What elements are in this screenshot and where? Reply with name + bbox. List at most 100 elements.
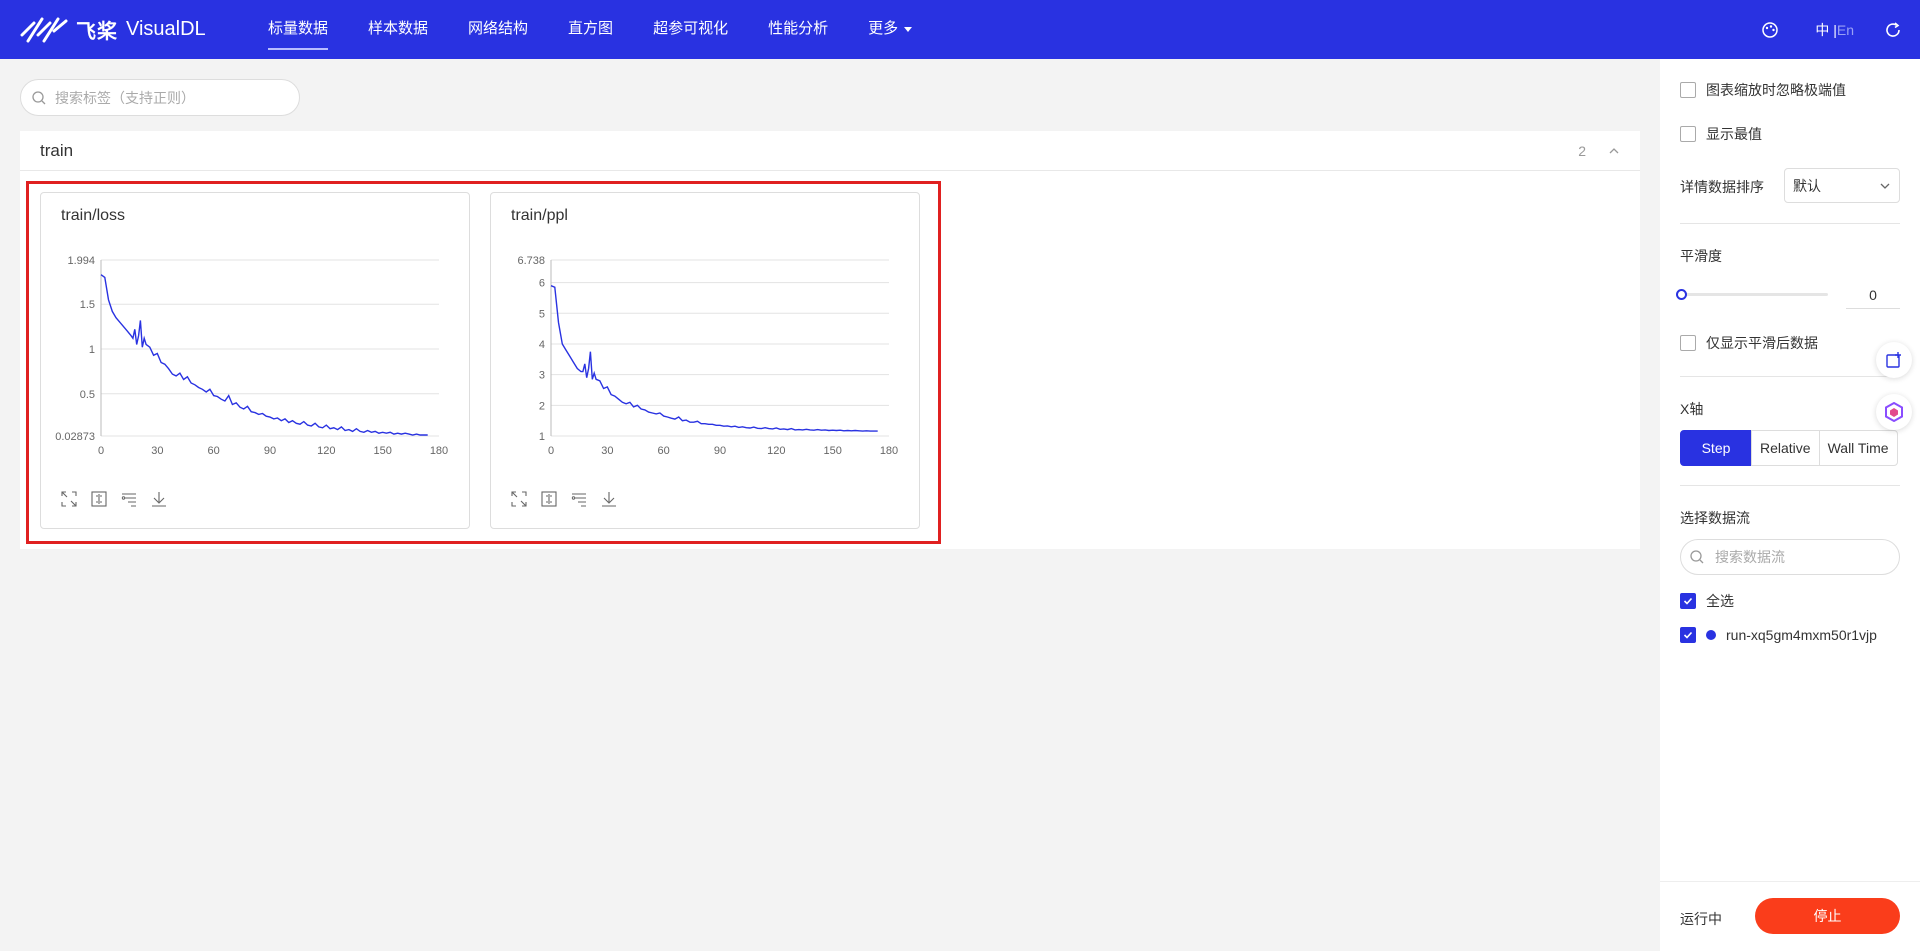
main-nav: 标量数据 样本数据 网络结构 直方图 超参可视化 性能分析 更多 [248, 0, 932, 59]
checkbox[interactable] [1680, 593, 1696, 609]
divider [1680, 485, 1900, 486]
nav-hparams[interactable]: 超参可视化 [633, 0, 748, 59]
y-tick-label: 1.5 [80, 299, 95, 311]
lang-cn[interactable]: 中 [1815, 22, 1829, 38]
tag-search-box[interactable] [20, 79, 300, 116]
smoothing-slider-handle[interactable] [1676, 289, 1687, 300]
filter-icon[interactable] [121, 491, 137, 507]
logo[interactable]: 飞桨 VisualDL [20, 13, 206, 45]
chart-toolbar [511, 491, 617, 507]
x-tick-label: 60 [208, 445, 220, 457]
only-smoothed-option[interactable]: 仅显示平滑后数据 [1680, 333, 1818, 353]
assistant-button[interactable] [1876, 394, 1912, 430]
xaxis-walltime-button[interactable]: Wall Time [1818, 430, 1898, 466]
show-extremes-label: 显示最值 [1706, 126, 1762, 142]
check-icon [1683, 631, 1693, 639]
brand-cn: 飞桨 [76, 20, 118, 43]
download-icon[interactable] [151, 491, 167, 507]
top-navbar: 飞桨 VisualDL 标量数据 样本数据 网络结构 直方图 超参可视化 性能分… [0, 0, 1920, 59]
checkbox[interactable] [1680, 335, 1696, 351]
caret-down-icon [904, 26, 913, 32]
x-tick-label: 60 [658, 445, 670, 457]
run-search-box[interactable] [1680, 539, 1900, 575]
nav-profiler[interactable]: 性能分析 [748, 0, 848, 59]
settings-panel: 图表缩放时忽略极端值 显示最值 详情数据排序 默认 平滑度 0 仅显示平滑后数据… [1660, 59, 1920, 951]
brand-en: VisualDL [126, 17, 206, 40]
y-tick-label: 6.738 [517, 255, 545, 267]
ignore-outliers-label: 图表缩放时忽略极端值 [1706, 82, 1846, 98]
fit-view-icon[interactable] [541, 491, 557, 507]
check-icon [1683, 597, 1693, 605]
series-line [550, 285, 878, 432]
run-color-dot [1706, 630, 1716, 640]
smoothing-label: 平滑度 [1680, 246, 1722, 266]
search-icon [32, 90, 46, 104]
fit-view-icon[interactable] [91, 491, 107, 507]
chevron-up-icon[interactable] [1608, 145, 1620, 157]
checkbox[interactable] [1680, 82, 1696, 98]
x-tick-label: 120 [767, 445, 785, 457]
x-tick-label: 180 [430, 445, 448, 457]
divider [1680, 376, 1900, 377]
chart-title: train/loss [61, 207, 126, 224]
smoothing-slider-track[interactable] [1680, 293, 1828, 296]
nav-graph[interactable]: 网络结构 [448, 0, 548, 59]
select-all-option[interactable]: 全选 [1680, 591, 1734, 611]
xaxis-label-text: X轴 [1680, 401, 1704, 417]
search-icon [1690, 550, 1704, 564]
line-chart[interactable]: 0.02873 0.5 1 1.5 1.994 0 30 60 90 120 150 180 [41, 238, 471, 478]
checkbox[interactable] [1680, 627, 1696, 643]
y-tick-label: 0.5 [80, 389, 95, 401]
sort-label: 详情数据排序 [1680, 177, 1764, 197]
xaxis-step-button[interactable]: Step [1680, 430, 1752, 466]
group-header[interactable]: train 2 [20, 131, 1640, 171]
y-tick-label: 1.994 [67, 255, 95, 267]
ignore-outliers-option[interactable]: 图表缩放时忽略极端值 [1680, 80, 1846, 100]
x-tick-label: 150 [373, 445, 391, 457]
paddle-logo-icon [20, 17, 68, 43]
sort-select-value: 默认 [1793, 177, 1821, 194]
series-line [100, 274, 428, 436]
group-title: train [40, 140, 74, 160]
top-right-tools: 中 |En [1761, 0, 1920, 59]
xaxis-relative-button[interactable]: Relative [1751, 430, 1820, 466]
refresh-icon[interactable] [1884, 21, 1902, 39]
smoothing-value-input[interactable]: 0 [1846, 281, 1900, 309]
chevron-down-icon [1880, 183, 1890, 189]
add-note-icon [1886, 352, 1901, 368]
run-name: run-xq5gm4mxm50r1vjp [1726, 627, 1877, 643]
show-extremes-option[interactable]: 显示最值 [1680, 124, 1762, 144]
run-label-text: 选择数据流 [1680, 510, 1750, 526]
sort-label-text: 详情数据排序 [1680, 179, 1764, 195]
checkbox[interactable] [1680, 126, 1696, 142]
y-tick-label: 3 [539, 370, 545, 382]
y-tick-label: 5 [539, 308, 545, 320]
sort-select[interactable]: 默认 [1784, 168, 1900, 203]
y-tick-label: 4 [539, 339, 545, 351]
nav-scalar[interactable]: 标量数据 [248, 0, 348, 59]
feedback-button[interactable] [1876, 342, 1912, 378]
nav-samples[interactable]: 样本数据 [348, 0, 448, 59]
lang-en[interactable]: En [1837, 22, 1854, 38]
x-tick-label: 30 [151, 445, 163, 457]
download-icon[interactable] [601, 491, 617, 507]
fullscreen-icon[interactable] [61, 491, 77, 507]
x-tick-label: 180 [880, 445, 898, 457]
run-search-input[interactable] [1715, 549, 1895, 565]
nav-histogram[interactable]: 直方图 [548, 0, 633, 59]
only-smoothed-label: 仅显示平滑后数据 [1706, 335, 1818, 351]
run-item[interactable]: run-xq5gm4mxm50r1vjp [1680, 627, 1877, 643]
y-tick-label: 2 [539, 400, 545, 412]
language-switch[interactable]: 中 |En [1815, 20, 1854, 40]
stop-button[interactable]: 停止 [1755, 898, 1900, 934]
tag-search-input[interactable] [55, 89, 275, 106]
fullscreen-icon[interactable] [511, 491, 527, 507]
palette-icon[interactable] [1761, 21, 1779, 39]
line-chart[interactable]: 1 2 3 4 5 6 6.738 0 30 60 90 120 150 180 [491, 238, 921, 478]
nav-more[interactable]: 更多 [848, 0, 932, 59]
filter-icon[interactable] [571, 491, 587, 507]
y-tick-label: 0.02873 [55, 431, 95, 443]
x-tick-label: 0 [548, 445, 554, 457]
chart-title: train/ppl [511, 207, 568, 224]
hexagon-logo-icon [1885, 402, 1903, 422]
